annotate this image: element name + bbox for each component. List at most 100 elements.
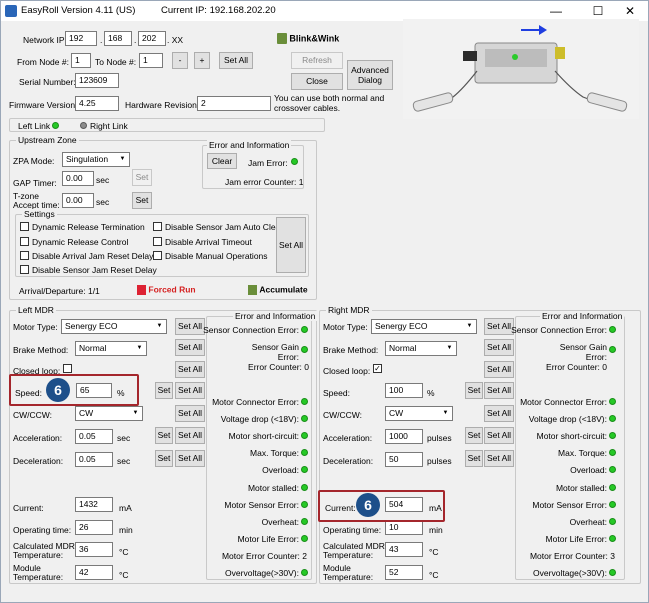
hardware-label: Hardware Revision: [125, 100, 200, 110]
right-decel-input[interactable]: 50 [385, 452, 423, 467]
right-brake-set-all[interactable]: Set All [484, 339, 514, 356]
left-decel-input[interactable]: 0.05 [75, 452, 113, 467]
app-icon [5, 5, 17, 17]
left-decel-set[interactable]: Set [155, 450, 173, 467]
right-sensor-gain: Sensor Gain Error: [559, 342, 607, 362]
right-overvoltage-led [609, 569, 616, 576]
network-ip-label: Network IP: [23, 35, 67, 45]
gap-timer-unit: sec [96, 175, 110, 185]
right-accel-set[interactable]: Set [465, 427, 483, 444]
right-motor-conn: Motor Connector Error: [520, 397, 607, 407]
tzone-unit: sec [96, 197, 110, 207]
app-window: EasyRoll Version 4.11 (US) Current IP: 1… [0, 0, 649, 603]
dynamic-release-termination-label: Dynamic Release Termination [32, 222, 145, 232]
left-mod-temp-field: 42 [75, 565, 113, 580]
advanced-dialog-button[interactable]: Advanced Dialog [347, 60, 393, 90]
right-closed-loop-label: Closed loop: [323, 366, 371, 376]
close-window-button[interactable]: ✕ [607, 1, 649, 21]
right-motor-type-label: Motor Type: [323, 322, 368, 332]
left-brake-set-all[interactable]: Set All [175, 339, 205, 356]
node-plus-button[interactable]: + [194, 52, 210, 69]
node-minus-button[interactable]: - [172, 52, 188, 69]
right-decel-label: Deceleration: [323, 456, 374, 466]
disable-arrival-timeout-checkbox[interactable] [153, 237, 162, 246]
right-motor-type-select[interactable]: Senergy ECO ▼ [371, 319, 477, 334]
left-motor-short-led [301, 432, 308, 439]
right-accel-input[interactable]: 1000 [385, 429, 423, 444]
left-current-field: 1432 [75, 497, 113, 512]
left-accel-unit: sec [117, 433, 131, 443]
disable-arrival-jam-checkbox[interactable] [20, 251, 29, 260]
close-button[interactable]: Close [291, 73, 343, 90]
right-speed-set[interactable]: Set [465, 382, 483, 399]
right-accel-unit: pulses [427, 433, 452, 443]
blink-wink-button[interactable]: Blink&Wink [277, 31, 342, 47]
right-motor-short-led [609, 432, 616, 439]
left-brake-select[interactable]: Normal ▼ [75, 341, 147, 356]
tzone-input[interactable]: 0.00 [62, 193, 94, 208]
right-brake-select[interactable]: Normal ▼ [385, 341, 457, 356]
left-voltage-drop: Voltage drop (<18V): [220, 414, 299, 424]
right-motor-life: Motor Life Error: [545, 534, 607, 544]
forced-run-button[interactable]: Forced Run [137, 282, 203, 298]
upstream-zone-title: Upstream Zone [16, 135, 79, 145]
to-node-input[interactable]: 1 [139, 53, 163, 68]
dynamic-release-termination-checkbox[interactable] [20, 222, 29, 231]
disable-manual-operations-checkbox[interactable] [153, 251, 162, 260]
left-cw-label: CW/CCW: [13, 410, 53, 420]
current-highlight-box [318, 490, 445, 522]
to-node-label: To Node #: [95, 57, 137, 67]
chevron-down-icon: ▼ [154, 321, 165, 332]
right-voltage-drop-led [609, 415, 616, 422]
minimize-button[interactable]: — [533, 1, 579, 21]
zpa-mode-select[interactable]: Singulation ▼ [62, 152, 130, 167]
upstream-error-title: Error and Information [207, 140, 292, 150]
left-motor-stalled: Motor stalled: [247, 483, 299, 493]
left-motor-stalled-led [301, 484, 308, 491]
disable-sensor-jam-auto-clear-checkbox[interactable] [153, 222, 162, 231]
gap-timer-input[interactable]: 0.00 [62, 171, 94, 186]
tzone-set-button[interactable]: Set [132, 192, 152, 209]
tzone-label: T-zone Accept time: [13, 191, 60, 210]
node-set-all-button[interactable]: Set All [219, 52, 253, 69]
left-motor-life-led [301, 535, 308, 542]
accumulate-button[interactable]: Accumulate [248, 282, 312, 298]
right-speed-label: Speed: [323, 388, 350, 398]
dynamic-release-control-checkbox[interactable] [20, 237, 29, 246]
ip-octet-2[interactable]: 168 [104, 31, 132, 46]
right-closed-loop-checkbox[interactable]: ✓ [373, 364, 382, 373]
right-decel-set[interactable]: Set [465, 450, 483, 467]
clear-button[interactable]: Clear [207, 153, 237, 169]
right-cw-label: CW/CCW: [323, 410, 363, 420]
right-cw-select[interactable]: CW ▼ [385, 406, 453, 421]
right-max-torque: Max. Torque: [558, 448, 607, 458]
ip-octet-1[interactable]: 192 [65, 31, 97, 46]
left-accel-input[interactable]: 0.05 [75, 429, 113, 444]
right-speed-input[interactable]: 100 [385, 383, 423, 398]
left-overvoltage-led [301, 569, 308, 576]
right-overload-led [609, 466, 616, 473]
right-motor-conn-led [609, 398, 616, 405]
right-mdr-title: Right MDR [326, 305, 372, 315]
left-optime-unit: min [119, 525, 133, 535]
firmware-field: 4.25 [75, 96, 119, 111]
settings-title: Settings [22, 209, 57, 219]
from-node-input[interactable]: 1 [71, 53, 91, 68]
blink-icon [277, 33, 287, 45]
right-sensor-conn-led [609, 326, 616, 333]
left-cw-select[interactable]: CW ▼ [75, 406, 143, 421]
left-current-label: Current: [13, 503, 44, 513]
gap-set-button[interactable]: Set [132, 169, 152, 186]
ip-suffix: . XX [167, 35, 184, 45]
left-motor-type-select[interactable]: Senergy ECO ▼ [61, 319, 167, 334]
left-accel-set[interactable]: Set [155, 427, 173, 444]
left-closed-loop-checkbox[interactable] [63, 364, 72, 373]
disable-sensor-jam-reset-checkbox[interactable] [20, 265, 29, 274]
disable-sensor-jam-auto-clear-label: Disable Sensor Jam Auto Clear [165, 222, 284, 232]
refresh-button[interactable]: Refresh [291, 52, 343, 69]
settings-set-all-button[interactable]: Set All [276, 217, 306, 273]
right-mod-temp-unit: °C [429, 570, 439, 580]
left-sensor-conn-led [301, 326, 308, 333]
left-speed-set[interactable]: Set [155, 382, 173, 399]
ip-octet-3[interactable]: 202 [138, 31, 166, 46]
